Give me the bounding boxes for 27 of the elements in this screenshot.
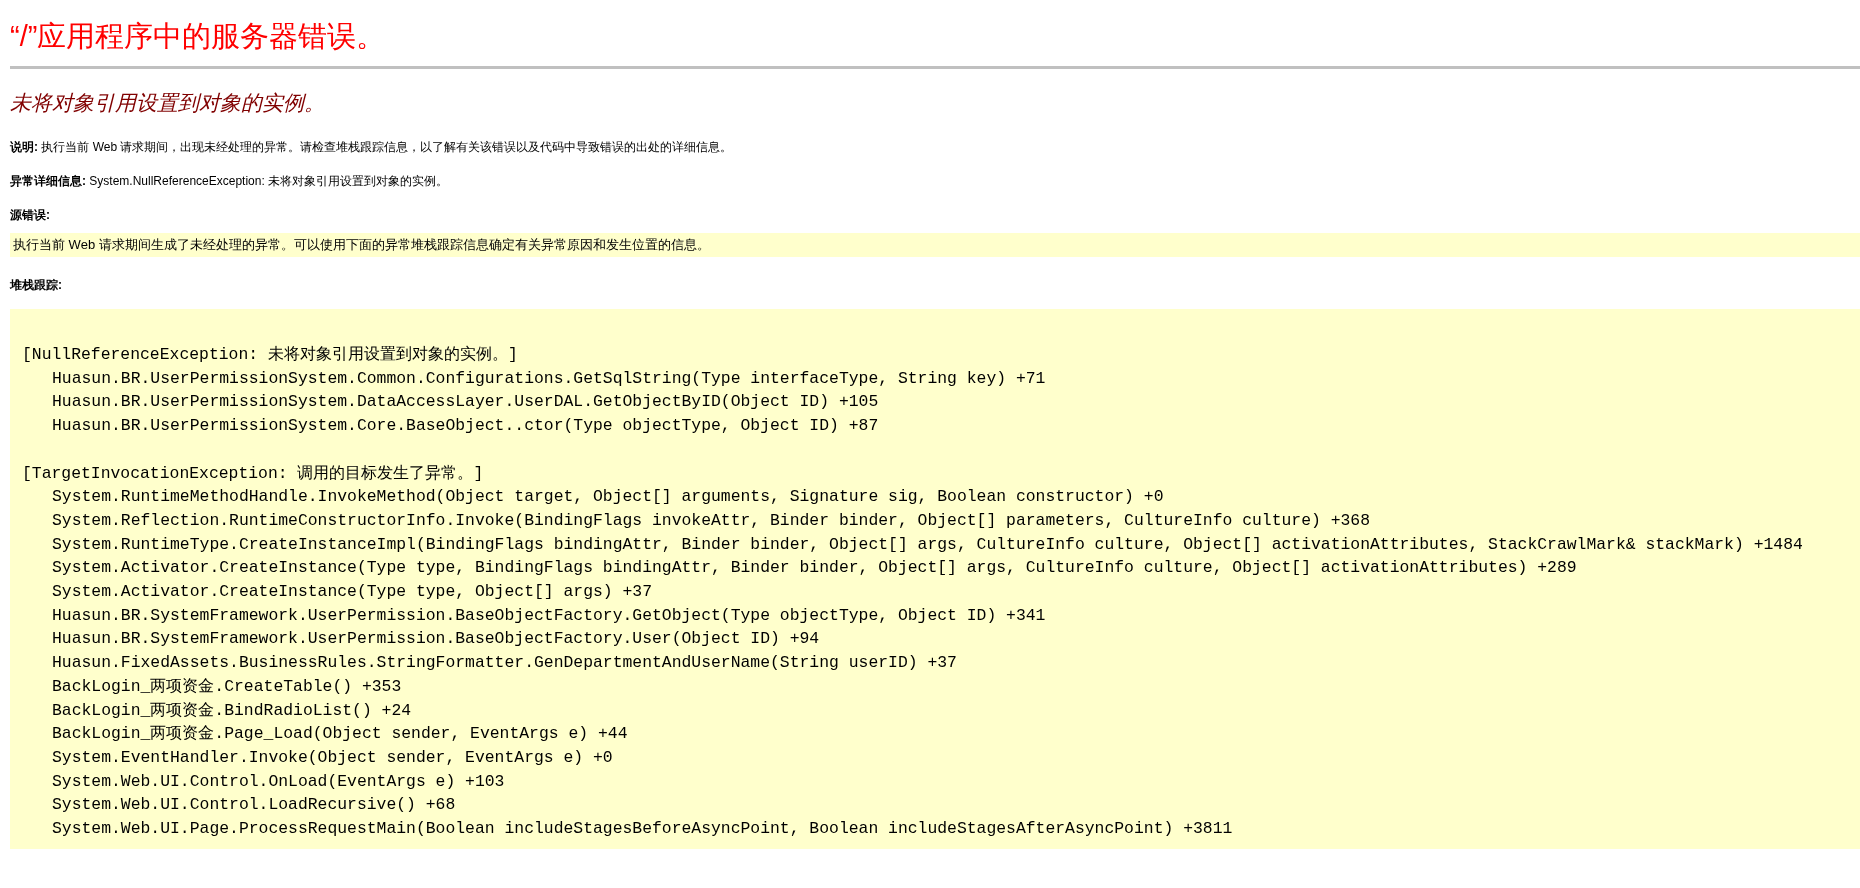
exception-details-text: 异常详细信息: System.NullReferenceException: 未将对象引用设置到对象的实例。 <box>10 173 450 189</box>
stack-frame: System.EventHandler.Invoke(Object sender, EventArgs e) +0 <box>22 745 613 770</box>
stack-frame: System.Reflection.RuntimeConstructorInfo.Invoke(BindingFlags invokeAttr, Binder binder, Object[] parameters, CultureInfo culture) +368 <box>22 508 1371 533</box>
source-error-label: 源错误: <box>10 207 51 223</box>
exception-header: [NullReferenceException: 未将对象引用设置到对象的实例。] <box>22 344 518 366</box>
stack-frame: System.Web.UI.Control.OnLoad(EventArgs e) +103 <box>22 769 505 794</box>
source-error-text: 执行当前 Web 请求期间生成了未经处理的异常。可以使用下面的异常堆栈跟踪信息确定有关异常原因和发生位置的信息。 <box>13 236 710 255</box>
stack-trace-label: 堆栈跟踪: <box>10 277 63 293</box>
stack-frame: BackLogin_两项资金.Page_Load(Object sender, EventArgs e) +44 <box>22 722 628 746</box>
stack-frame: Huasun.BR.SystemFramework.UserPermission.BaseObjectFactory.User(Object ID) +94 <box>22 627 820 652</box>
stack-frame: Huasun.BR.UserPermissionSystem.Common.Configurations.GetSqlString(Type interfaceType, String key) +71 <box>22 366 1046 391</box>
exception-header: [TargetInvocationException: 调用的目标发生了异常。] <box>22 462 484 485</box>
stack-frame: System.RuntimeMethodHandle.InvokeMethod(Object target, Object[] arguments, Signature sig, Boolean constructor) +0 <box>22 485 1164 509</box>
stack-frame: Huasun.BR.UserPermissionSystem.DataAccessLayer.UserDAL.GetObjectByID(Object ID) +105 <box>22 390 879 415</box>
stack-frame: System.Activator.CreateInstance(Type type, BindingFlags bindingAttr, Binder binder, Object[] args, CultureInfo culture, Object[] activationAttributes) +289 <box>22 556 1577 580</box>
stack-frame: Huasun.BR.UserPermissionSystem.Core.BaseObject..ctor(Type objectType, Object ID) +87 <box>22 414 879 438</box>
stack-frame: System.Web.UI.Control.LoadRecursive() +68 <box>22 793 456 818</box>
stack-frame: Huasun.FixedAssets.BusinessRules.StringFormatter.GenDepartmentAndUserName(String userID) +37 <box>22 651 957 675</box>
description-text: 说明: 执行当前 Web 请求期间，出现未经处理的异常。请检查堆栈跟踪信息，以了解有关该错误以及代码中导致错误的出处的详细信息。 <box>10 139 734 155</box>
error-message: 未将对象引用设置到对象的实例。 <box>10 90 326 116</box>
page-title: “/”应用程序中的服务器错误。 <box>10 19 387 54</box>
stack-frame: System.RuntimeType.CreateInstanceImpl(BindingFlags bindingAttr, Binder binder, Object[] args, CultureInfo culture, Object[] activationAttributes, StackCrawlMark& stackMark) +1484 <box>22 532 1803 557</box>
stack-frame: Huasun.BR.SystemFramework.UserPermission.BaseObjectFactory.GetObject(Type objectType, Object ID) +341 <box>22 603 1046 628</box>
stack-frame: BackLogin_两项资金.BindRadioList() +24 <box>22 698 412 723</box>
stack-frame: System.Activator.CreateInstance(Type type, Object[] args) +37 <box>22 580 652 604</box>
stack-frame: BackLogin_两项资金.CreateTable() +353 <box>22 674 402 699</box>
stack-frame: System.Web.UI.Page.ProcessRequestMain(Boolean includeStagesBeforeAsyncPoint, Boolean includeStagesAfterAsyncPoint) +3811 <box>22 817 1233 841</box>
